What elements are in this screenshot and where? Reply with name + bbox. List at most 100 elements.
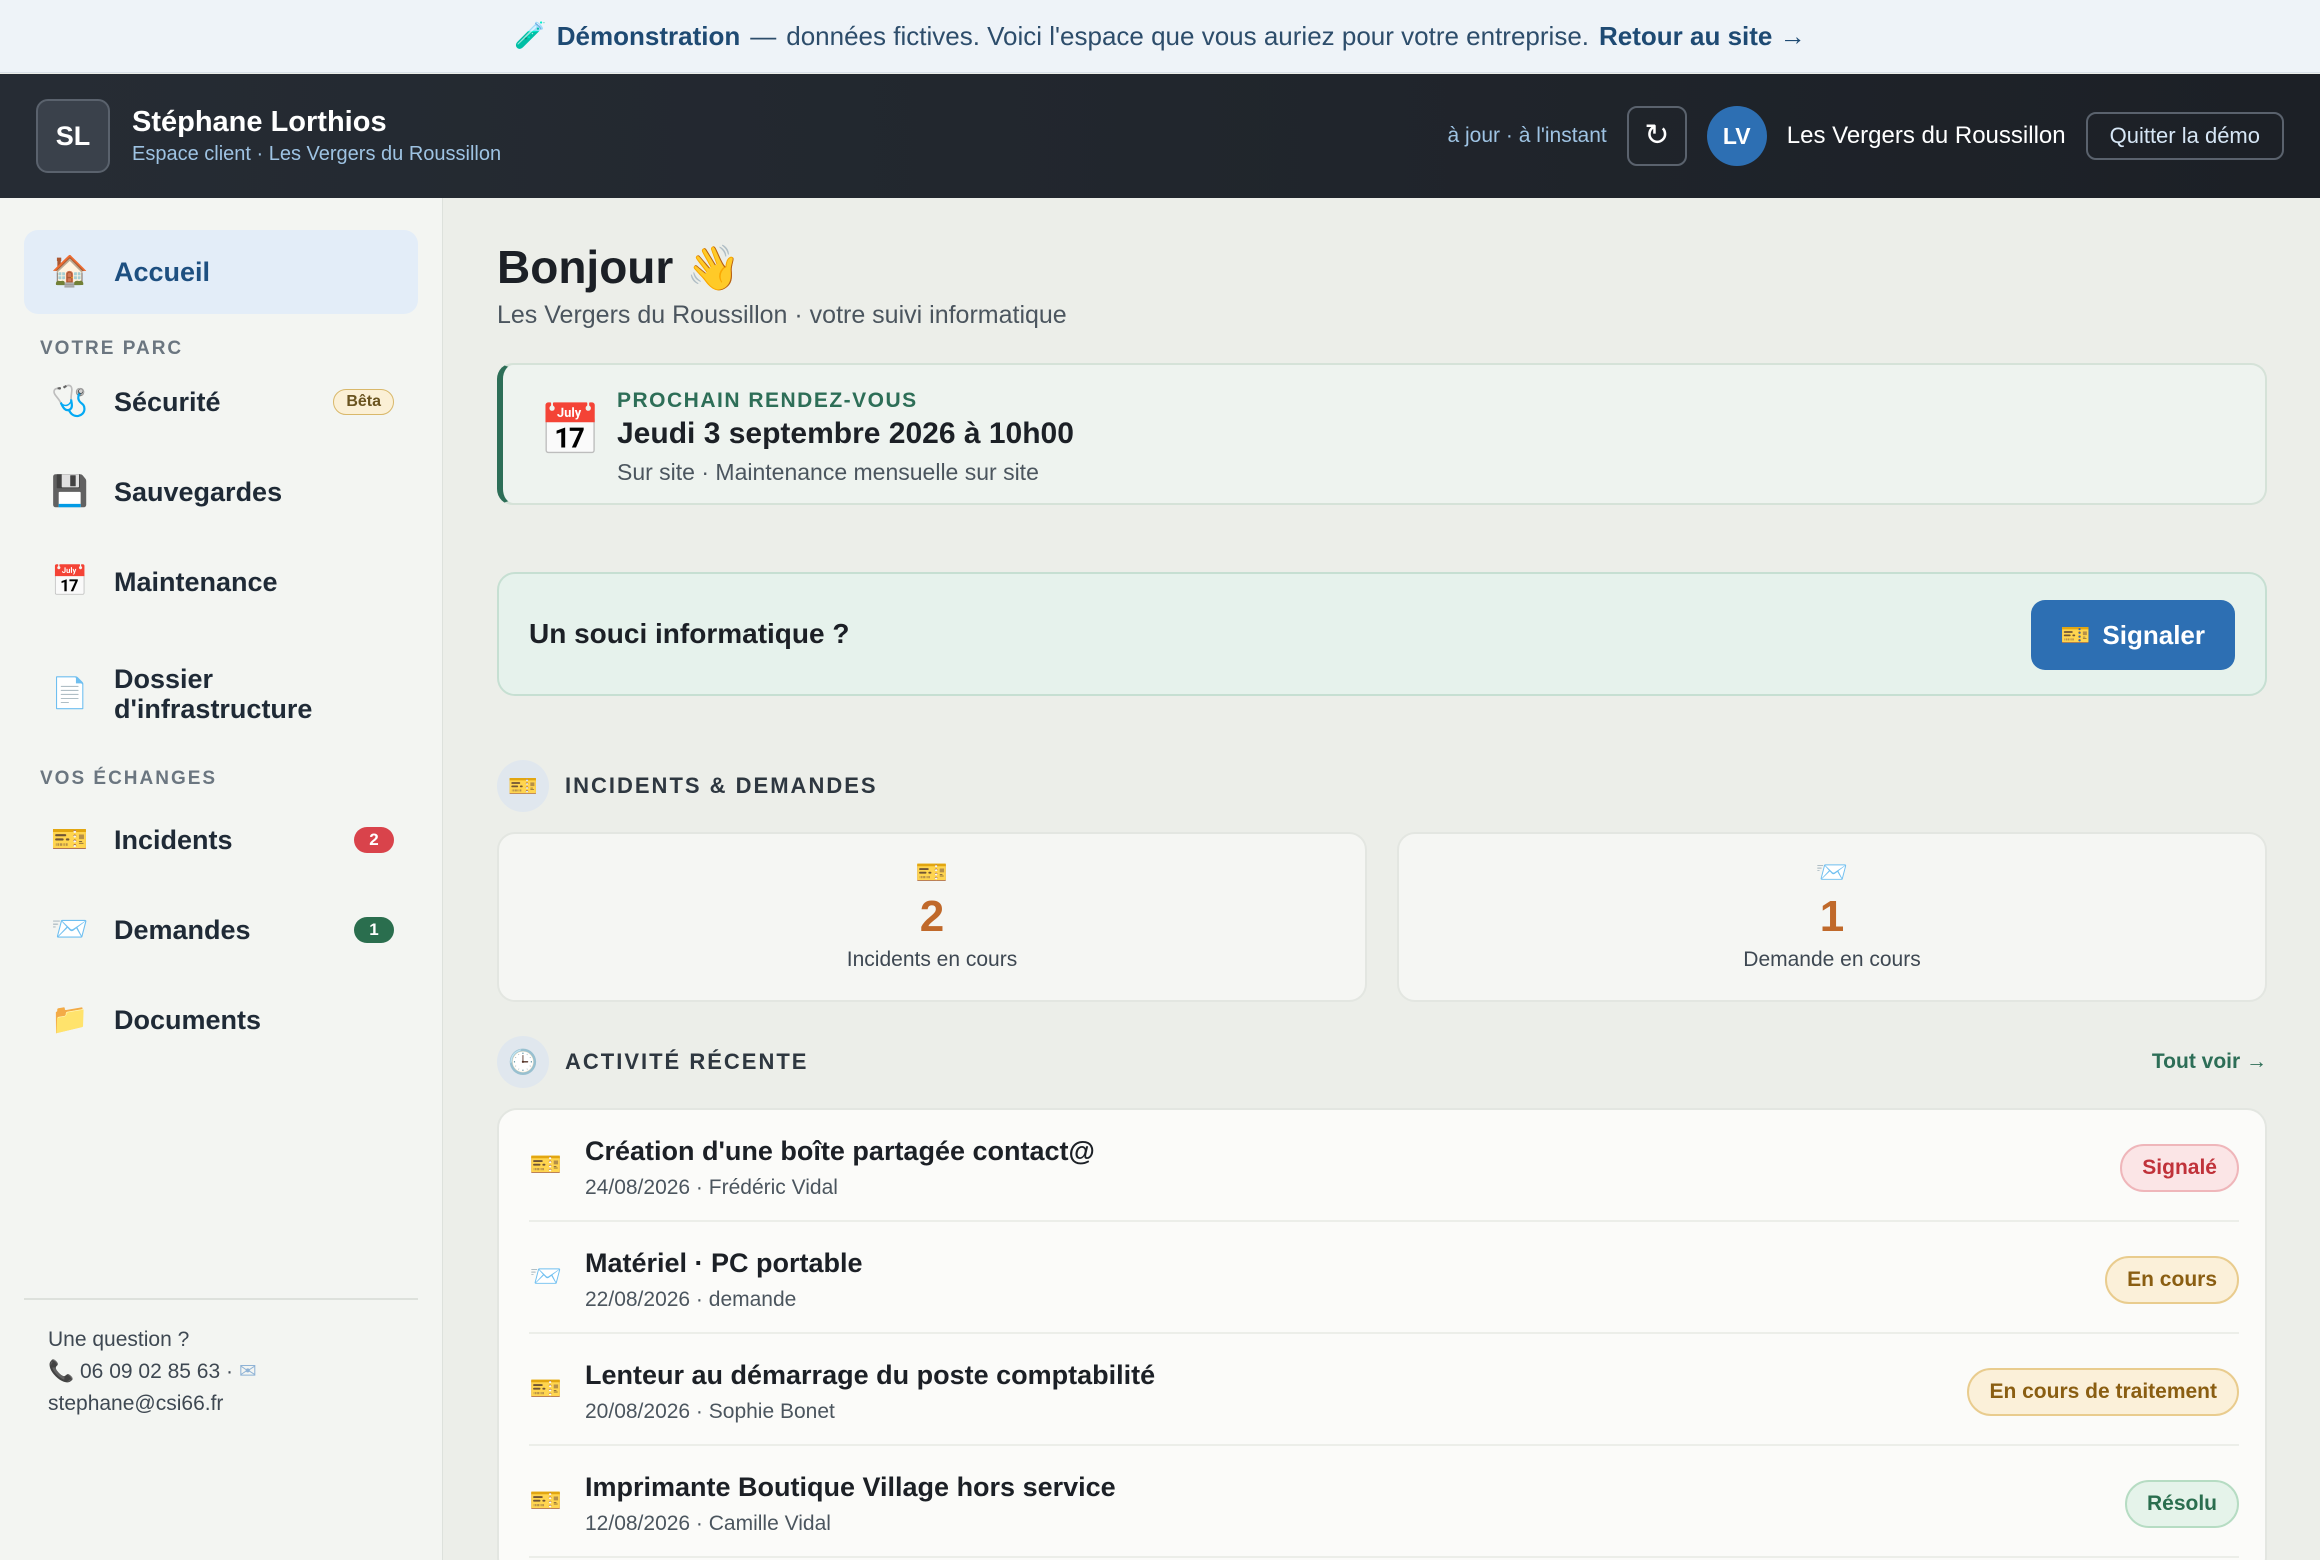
user-name: Stéphane Lorthios (132, 106, 387, 138)
incidents-count-badge: 2 (354, 827, 394, 853)
activity-title: Matériel · PC portable (585, 1248, 863, 1278)
folder-icon: 📁 (51, 1002, 89, 1037)
page-title: Bonjour 👋 (497, 240, 741, 294)
sidebar-item-dossier-infrastructure[interactable]: 📄 Dossier d'infrastructure (24, 658, 418, 730)
contact-question: Une question ? (48, 1328, 190, 1351)
ticket-icon: 🎫 (497, 760, 549, 812)
activity-meta: 24/08/2026 · Frédéric Vidal (585, 1176, 838, 1199)
user-avatar: SL (36, 99, 110, 173)
topbar-actions: à jour · à l'instant ↻ LV Les Vergers du… (1447, 106, 2284, 166)
sidebar-item-label: Accueil (114, 256, 211, 287)
report-issue-card: Un souci informatique ? 🎫 Signaler (497, 572, 2267, 696)
beta-badge: Bêta (333, 389, 394, 415)
clock-icon: 🕒 (497, 1036, 549, 1088)
sidebar-item-label: Sécurité (114, 386, 221, 417)
demandes-count-badge: 1 (354, 917, 394, 943)
see-all-link[interactable]: Tout voir → (2152, 1050, 2267, 1074)
section-votre-parc: VOTRE PARC (40, 338, 184, 359)
sidebar-item-label: Maintenance (114, 566, 278, 597)
company-avatar[interactable]: LV (1706, 106, 1767, 166)
status-badge: Résolu (2124, 1480, 2239, 1528)
demandes-stat-card[interactable]: 📨 1 Demande en cours (1397, 832, 2267, 1002)
contact-block: Une question ? 📞 06 09 02 85 63 · ✉ step… (48, 1324, 256, 1420)
activity-meta: 20/08/2026 · Sophie Bonet (585, 1400, 835, 1423)
user-block: Stéphane Lorthios Espace client · Les Ve… (132, 106, 501, 166)
next-appointment-card[interactable]: 📅 PROCHAIN RENDEZ-VOUS Jeudi 3 septembre… (497, 363, 2267, 505)
section-title: INCIDENTS & DEMANDES (565, 773, 878, 798)
envelope-icon: 📨 (529, 1262, 563, 1292)
floppy-disk-icon: 💾 (51, 474, 89, 509)
status-badge: En cours (2105, 1256, 2239, 1304)
activity-title: Lenteur au démarrage du poste comptabili… (585, 1360, 1156, 1390)
back-to-site-link[interactable]: Retour au site → (1599, 21, 1806, 52)
report-button-label: Signaler (2102, 619, 2205, 650)
sidebar-item-sauvegardes[interactable]: 💾 Sauvegardes (24, 464, 418, 520)
calendar-icon: 📅 (539, 401, 602, 459)
house-icon: 🏠 (51, 254, 89, 289)
demo-banner: 🧪 Démonstration — données fictives. Voic… (0, 0, 2320, 73)
list-item[interactable]: 📨 Matériel · PC portable 22/08/2026 · de… (529, 1222, 2239, 1334)
report-button[interactable]: 🎫 Signaler (2030, 600, 2235, 670)
list-item[interactable]: 🎫 Lenteur au démarrage du poste comptabi… (529, 1334, 2239, 1446)
status-badge: En cours de traitement (1967, 1368, 2239, 1416)
quit-demo-button[interactable]: Quitter la démo (2085, 112, 2284, 160)
mail-icon: ✉ (238, 1359, 257, 1383)
waving-hand-icon: 👋 (686, 243, 741, 294)
sidebar-item-documents[interactable]: 📁 Documents (24, 992, 418, 1048)
sync-status: à jour · à l'instant (1447, 124, 1607, 147)
sidebar-item-label-line1: Dossier (114, 664, 214, 694)
sidebar-item-securite[interactable]: 🩺 Sécurité Bêta (24, 374, 418, 430)
sidebar: 🏠 Accueil VOTRE PARC 🩺 Sécurité Bêta 💾 S… (0, 198, 443, 1560)
list-item[interactable]: 🎫 Création d'une boîte partagée contact@… (529, 1110, 2239, 1222)
envelope-icon: 📨 (51, 912, 89, 947)
envelope-icon: 📨 (1815, 858, 1849, 888)
activity-meta: 12/08/2026 · Camille Vidal (585, 1512, 831, 1535)
demo-dash: — (750, 20, 777, 51)
activity-title: Imprimante Boutique Village hors service (585, 1472, 1116, 1502)
contact-email[interactable]: stephane@csi66.fr (48, 1388, 256, 1420)
sidebar-item-accueil[interactable]: 🏠 Accueil (24, 230, 418, 314)
stethoscope-icon: 🩺 (51, 384, 89, 419)
ticket-icon: 🎫 (529, 1150, 563, 1180)
sidebar-item-incidents[interactable]: 🎫 Incidents 2 (24, 812, 418, 868)
sidebar-item-label: Demandes (114, 914, 251, 945)
top-bar: SL Stéphane Lorthios Espace client · Les… (0, 74, 2320, 198)
calendar-icon: 📅 (51, 564, 89, 599)
incidents-label: Incidents en cours (846, 948, 1018, 971)
company-name: Les Vergers du Roussillon (1786, 122, 2066, 149)
user-subtitle: Espace client · Les Vergers du Roussillo… (132, 143, 502, 165)
activity-section-header: 🕒 ACTIVITÉ RÉCENTE Tout voir → (497, 1036, 2267, 1088)
incidents-section-header: 🎫 INCIDENTS & DEMANDES (497, 760, 2267, 812)
sidebar-item-label: Documents (114, 1004, 262, 1035)
refresh-icon: ↻ (1644, 118, 1670, 153)
report-issue-text: Un souci informatique ? (529, 618, 850, 649)
status-badge: Signalé (2120, 1144, 2239, 1192)
sidebar-item-label: Dossier d'infrastructure (114, 664, 312, 724)
activity-list: 🎫 Création d'une boîte partagée contact@… (497, 1108, 2267, 1560)
refresh-button[interactable]: ↻ (1626, 106, 1687, 166)
incidents-stat-card[interactable]: 🎫 2 Incidents en cours (497, 832, 1367, 1002)
activity-title: Création d'une boîte partagée contact@ (585, 1136, 1095, 1166)
ticket-icon: 🎫 (915, 858, 949, 888)
list-item[interactable]: 🎫 Imprimante Boutique Village hors servi… (529, 1446, 2239, 1558)
ticket-icon: 🎫 (529, 1374, 563, 1404)
contact-phone-line: 📞 06 09 02 85 63 · ✉ (48, 1356, 256, 1388)
section-vos-echanges: VOS ÉCHANGES (40, 768, 218, 789)
appointment-title: Jeudi 3 septembre 2026 à 10h00 (617, 417, 1074, 450)
contact-phone[interactable]: 06 09 02 85 63 · (80, 1360, 233, 1383)
sidebar-item-label: Incidents (114, 824, 233, 855)
ticket-icon: 🎫 (51, 822, 89, 857)
demandes-label: Demande en cours (1743, 948, 1921, 971)
test-tube-icon: 🧪 (514, 21, 547, 51)
ticket-icon: 🎫 (529, 1486, 563, 1516)
incidents-count: 2 (919, 892, 945, 941)
sidebar-item-maintenance[interactable]: 📅 Maintenance (24, 554, 418, 610)
demandes-count: 1 (1819, 892, 1845, 941)
sidebar-item-demandes[interactable]: 📨 Demandes 1 (24, 902, 418, 958)
sidebar-divider (24, 1298, 418, 1300)
document-icon: 📄 (51, 676, 89, 711)
sidebar-item-label-line2: d'infrastructure (114, 694, 313, 724)
greeting-text: Bonjour (497, 241, 674, 293)
appointment-subtitle: Sur site · Maintenance mensuelle sur sit… (617, 459, 1039, 485)
demo-text: données fictives. Voici l'espace que vou… (786, 20, 1589, 51)
